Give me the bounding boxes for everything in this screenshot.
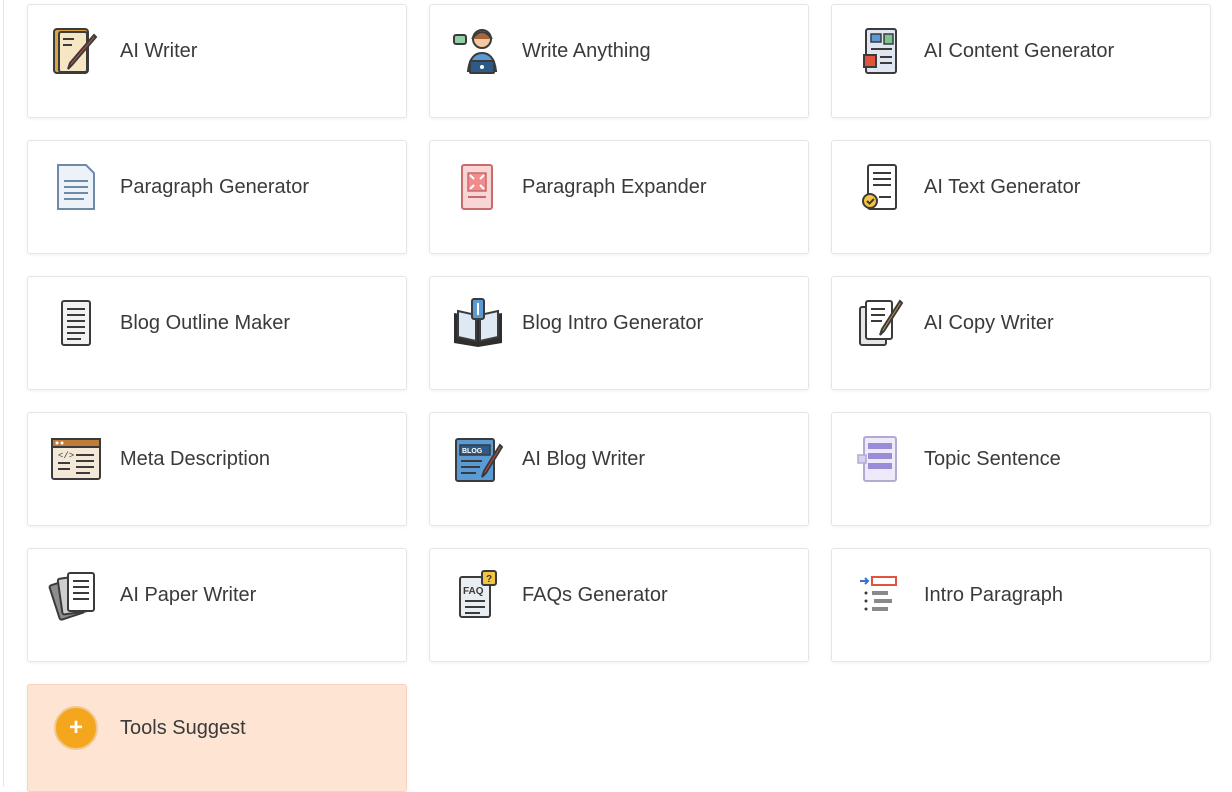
tool-card-blog-intro-generator[interactable]: Blog Intro Generator [429, 276, 809, 390]
plus-icon: + [54, 706, 98, 750]
tool-label: FAQs Generator [522, 583, 668, 606]
tool-label: AI Text Generator [924, 175, 1081, 198]
tool-card-ai-writer[interactable]: AI Writer [27, 4, 407, 118]
papers-pen-icon [852, 295, 908, 351]
tool-label: Topic Sentence [924, 447, 1061, 470]
tool-card-faqs-generator[interactable]: FAQ? FAQs Generator [429, 548, 809, 662]
indent-lines-icon [852, 567, 908, 623]
certified-document-icon [852, 159, 908, 215]
tool-card-ai-text-generator[interactable]: AI Text Generator [831, 140, 1211, 254]
tool-card-paragraph-expander[interactable]: Paragraph Expander [429, 140, 809, 254]
tool-card-intro-paragraph[interactable]: Intro Paragraph [831, 548, 1211, 662]
svg-text:</>: </> [58, 451, 74, 461]
tools-suggest-card[interactable]: + Tools Suggest [27, 684, 407, 792]
svg-text:?: ? [486, 574, 492, 585]
code-window-icon: </> [48, 431, 104, 487]
faq-document-icon: FAQ? [450, 567, 506, 623]
outline-document-icon [48, 295, 104, 351]
tool-label: Intro Paragraph [924, 583, 1063, 606]
tool-card-write-anything[interactable]: Write Anything [429, 4, 809, 118]
tool-card-ai-copy-writer[interactable]: AI Copy Writer [831, 276, 1211, 390]
svg-text:BLOG: BLOG [462, 448, 483, 455]
tool-card-paragraph-generator[interactable]: Paragraph Generator [27, 140, 407, 254]
scroll-list-icon [852, 431, 908, 487]
tools-suggest-label: Tools Suggest [120, 716, 246, 739]
content-document-icon [852, 23, 908, 79]
tool-card-meta-description[interactable]: </> Meta Description [27, 412, 407, 526]
pencil-notepad-icon [48, 23, 104, 79]
tool-card-ai-paper-writer[interactable]: AI Paper Writer [27, 548, 407, 662]
open-book-icon [450, 295, 506, 351]
tool-label: Paragraph Generator [120, 175, 310, 198]
expand-document-icon [450, 159, 506, 215]
tool-label: AI Content Generator [924, 39, 1115, 62]
left-divider [3, 0, 4, 786]
svg-text:FAQ: FAQ [463, 586, 484, 597]
tool-label: AI Blog Writer [522, 447, 645, 470]
tool-label: Meta Description [120, 447, 271, 470]
tool-label: AI Copy Writer [924, 311, 1054, 334]
document-lines-icon [48, 159, 104, 215]
tool-label: Paragraph Expander [522, 175, 707, 198]
tools-grid: AI Writer Write Anything AI Content Gene… [27, 4, 1211, 792]
tool-label: Blog Outline Maker [120, 311, 291, 334]
stacked-papers-icon [48, 567, 104, 623]
tool-card-topic-sentence[interactable]: Topic Sentence [831, 412, 1211, 526]
tool-card-ai-blog-writer[interactable]: BLOG AI Blog Writer [429, 412, 809, 526]
person-laptop-icon [450, 23, 506, 79]
tool-label: AI Paper Writer [120, 583, 257, 606]
plus-icon-wrap: + [48, 700, 104, 756]
tool-label: Write Anything [522, 39, 651, 62]
blog-pencil-icon: BLOG [450, 431, 506, 487]
tool-label: Blog Intro Generator [522, 311, 704, 334]
tool-card-ai-content-generator[interactable]: AI Content Generator [831, 4, 1211, 118]
tool-card-blog-outline-maker[interactable]: Blog Outline Maker [27, 276, 407, 390]
tool-label: AI Writer [120, 39, 198, 62]
